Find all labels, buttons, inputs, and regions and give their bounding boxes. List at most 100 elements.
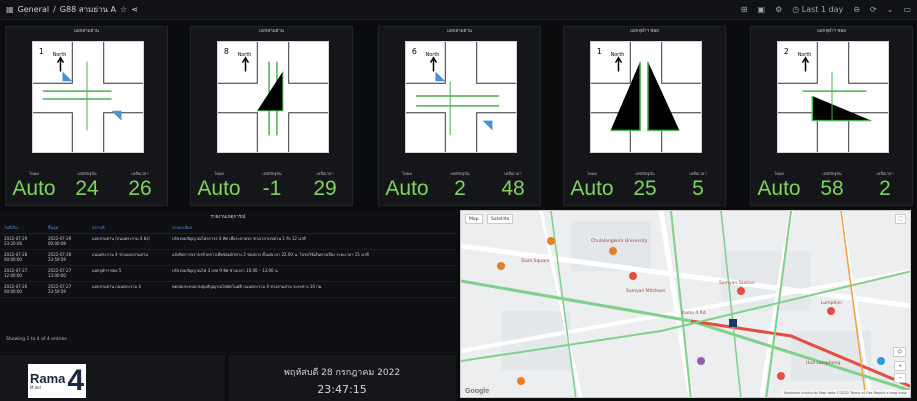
refresh-interval-dropdown[interactable]: ⌄ bbox=[887, 5, 894, 14]
rama4-logo: Rama M.del 4 bbox=[28, 364, 86, 398]
stat-value: 48 bbox=[501, 177, 525, 200]
stat-mode: โหมด Auto bbox=[7, 170, 61, 200]
column-header[interactable]: สถานที่ bbox=[88, 223, 168, 234]
north-label: North bbox=[52, 52, 66, 58]
clock-date: พฤหัสบดี 28 กรกฎาคม 2022 bbox=[283, 368, 401, 378]
intersection-svg: 1 North bbox=[32, 42, 143, 152]
share-icon[interactable]: ⋖ bbox=[131, 5, 138, 14]
map-place-label[interactable]: Chulalongkorn University bbox=[591, 239, 648, 244]
panel-title: แยกจุฬาฯ ซอย bbox=[630, 29, 659, 34]
zoom-out-icon[interactable]: ⊖ bbox=[853, 5, 860, 14]
breadcrumb-root[interactable]: General bbox=[18, 5, 50, 14]
map-place-label[interactable]: Siam Square bbox=[521, 259, 550, 264]
table-cell: ถนนพระราม 4 ช่วงแยกสามย่าน bbox=[88, 249, 168, 266]
zoom-out-button[interactable]: − bbox=[894, 373, 906, 383]
table-row[interactable]: 2022-07-28 00:00:00 2022-07-28 23:59:59 ถน… bbox=[0, 249, 456, 266]
add-panel-icon[interactable]: ⊞ bbox=[741, 5, 748, 14]
dashboard-grid-icon[interactable]: ▦ bbox=[6, 5, 14, 14]
map-type-satellite-button[interactable]: Satellite bbox=[487, 214, 514, 224]
stat-value: 5 bbox=[692, 177, 704, 200]
column-header[interactable]: สิ้นสุด bbox=[44, 223, 88, 234]
map-panel[interactable]: Chulalongkorn University Samyan Mitrtown R… bbox=[460, 210, 911, 398]
map-place-label[interactable]: Lumphini bbox=[821, 301, 842, 306]
refresh-icon[interactable]: ⟳ bbox=[870, 5, 877, 14]
phase-number: 6 bbox=[411, 47, 416, 56]
map-footer[interactable]: Keyboard shortcuts Map data ©2022 Terms … bbox=[781, 390, 910, 397]
phase-number: 2 bbox=[783, 47, 788, 56]
column-header[interactable]: วันที่เริ่ม bbox=[0, 223, 44, 234]
map-type-map-button[interactable]: Map bbox=[465, 214, 483, 224]
breadcrumb-page[interactable]: G88 สามย่าน A bbox=[60, 3, 116, 16]
table-cell: แยกสามย่าน (ถนนพระราม 4 ฝั่ง) bbox=[88, 233, 168, 250]
stat-value: Auto bbox=[757, 177, 801, 200]
stat-value: 26 bbox=[128, 177, 152, 200]
north-label: North bbox=[610, 52, 624, 58]
pegman-icon[interactable]: ☺ bbox=[893, 347, 906, 357]
logo-number: 4 bbox=[67, 364, 85, 397]
table-entries-info: Showing 1 to 4 of 4 entries bbox=[6, 337, 67, 342]
table-row[interactable]: 2022-07-27 12:00:00 2022-07-27 13:00:00 แย… bbox=[0, 265, 456, 282]
map-place-label[interactable]: Samyan Station bbox=[719, 281, 755, 286]
stat-value: 24 bbox=[75, 177, 99, 200]
stat-remaining: เหลือเวลา 5 bbox=[671, 170, 725, 200]
map-place-label[interactable]: Rama 4 Rd bbox=[681, 311, 706, 316]
save-icon[interactable]: ▣ bbox=[758, 5, 766, 14]
table-row[interactable]: 2022-07-26 00:00:00 2022-07-27 23:59:59 แย… bbox=[0, 281, 456, 298]
map-place-label[interactable]: Samyan Mitrtown bbox=[626, 289, 666, 294]
north-label: North bbox=[237, 52, 251, 58]
zoom-in-button[interactable]: + bbox=[894, 361, 906, 371]
intersection-svg: 2 North bbox=[777, 42, 888, 152]
table-cell: 2022-07-29 00:00:08 bbox=[44, 233, 88, 250]
stat-phase: เฟสปัจจุบัน 24 bbox=[60, 170, 114, 200]
fullscreen-button[interactable]: ⛶ bbox=[894, 214, 906, 224]
table-cell: 2022-07-27 13:00:00 bbox=[44, 265, 88, 282]
table-cell: 2022-07-28 00:00:00 bbox=[0, 249, 44, 266]
table-cell: 2022-07-26 00:00:00 bbox=[0, 281, 44, 298]
panel-title: แยกสามย่าน bbox=[259, 29, 284, 34]
breadcrumb: ▦ General / G88 สามย่าน A ☆ ⋖ bbox=[6, 3, 138, 16]
time-range-picker[interactable]: ◷ Last 1 day bbox=[792, 5, 843, 14]
stat-phase: เฟสปัจจุบัน -1 bbox=[245, 170, 299, 200]
stat-value: 2 bbox=[454, 177, 466, 200]
table-cell: ปรับรอบสัญญาณไฟ 3 เฟส 9 ทิศ ช่วงเวลา 10.… bbox=[168, 265, 456, 282]
panel-title: แยกสามย่าน bbox=[74, 29, 99, 34]
intersection-diagram: 6 North bbox=[404, 41, 517, 153]
clock-panel: พฤหัสบดี 28 กรกฎาคม 2022 23:47:15 bbox=[228, 355, 456, 401]
star-icon[interactable]: ☆ bbox=[120, 5, 127, 14]
north-label: North bbox=[425, 52, 439, 58]
phase-number: 1 bbox=[596, 47, 601, 56]
intersection-diagram: 8 North bbox=[216, 41, 329, 153]
logo-text: Rama bbox=[30, 371, 66, 386]
tv-mode-icon[interactable]: ▭ bbox=[903, 5, 911, 14]
intersection-svg: 1 North bbox=[590, 42, 701, 152]
table-cell: 2022-07-27 23:59:59 bbox=[44, 281, 88, 298]
intersection-diagram: 1 North bbox=[589, 41, 702, 153]
stat-value: 2 bbox=[879, 177, 891, 200]
stat-value: Auto bbox=[197, 177, 241, 200]
stat-mode: โหมด Auto bbox=[565, 170, 619, 200]
map-place-label[interactable]: Hua Lamphong bbox=[806, 361, 840, 366]
intersection-diagram: 2 North bbox=[776, 41, 889, 153]
table-cell: 2022-07-29 23:20:08 bbox=[0, 233, 44, 250]
map-canvas[interactable] bbox=[461, 211, 911, 398]
google-logo: Google bbox=[465, 388, 490, 395]
stat-value: Auto bbox=[385, 177, 429, 200]
stat-value: 25 bbox=[633, 177, 657, 200]
breadcrumb-separator: / bbox=[53, 5, 56, 14]
stat-remaining: เหลือเวลา 48 bbox=[486, 170, 540, 200]
incident-table-panel: รายงานเหตุการณ์ วันที่เริ่ม สิ้นสุด สถาน… bbox=[0, 213, 456, 354]
column-header[interactable]: รายละเอียด bbox=[168, 223, 456, 234]
table-cell: แจ้งปิดการจราจรชั่วคราวเพื่อซ่อมผิวทาง 2… bbox=[168, 249, 456, 266]
table-row[interactable]: 2022-07-29 23:20:08 2022-07-29 00:00:08 แย… bbox=[0, 233, 456, 250]
stat-value: 58 bbox=[820, 177, 844, 200]
time-range-label: Last 1 day bbox=[801, 5, 844, 14]
settings-gear-icon[interactable]: ⚙ bbox=[775, 5, 782, 14]
table-cell: 2022-07-28 23:59:59 bbox=[44, 249, 88, 266]
stat-phase: เฟสปัจจุบัน 25 bbox=[618, 170, 672, 200]
clock-time: 23:47:15 bbox=[317, 383, 367, 396]
stat-value: -1 bbox=[262, 177, 282, 200]
intersection-svg: 6 North bbox=[405, 42, 516, 152]
intersection-svg: 8 North bbox=[217, 42, 328, 152]
phase-number: 1 bbox=[38, 47, 43, 56]
stat-remaining: เหลือเวลา 2 bbox=[858, 170, 912, 200]
